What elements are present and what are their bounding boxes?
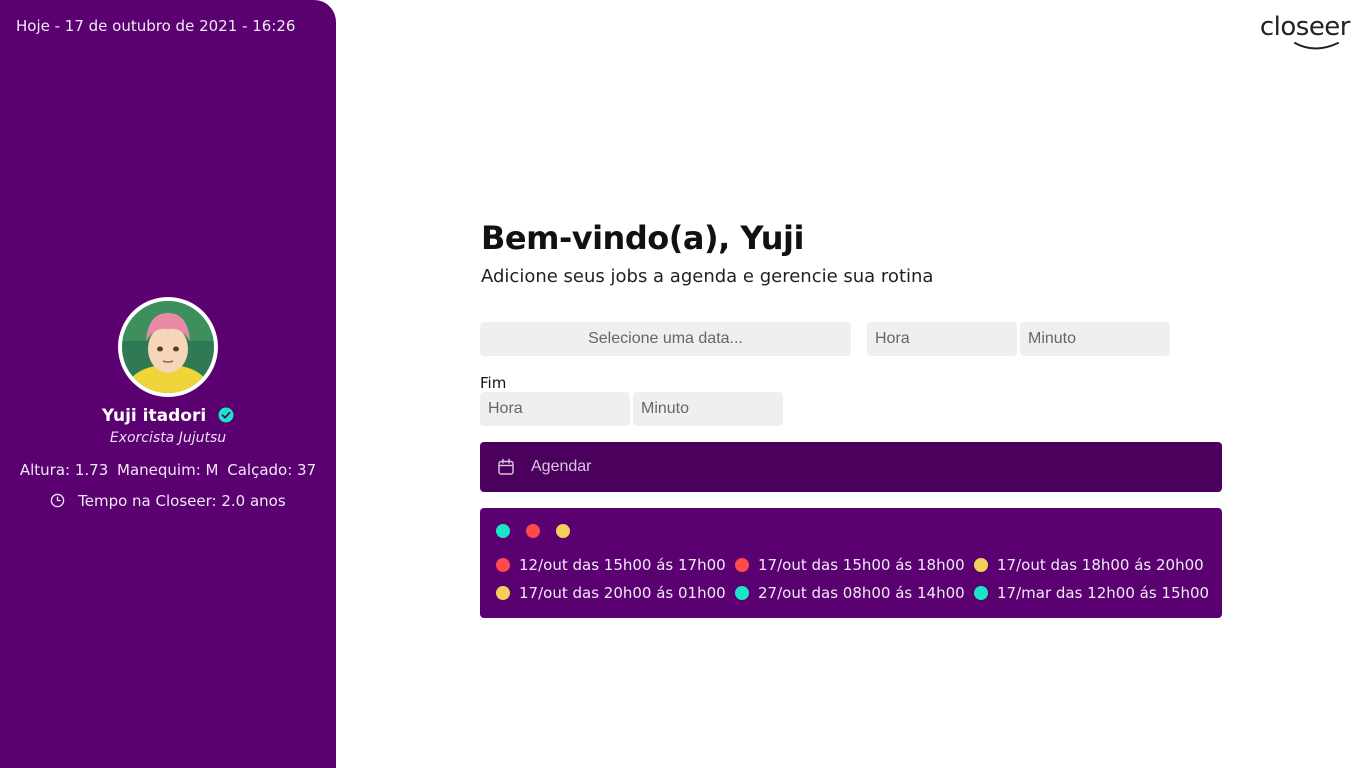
avatar-image [122, 301, 214, 393]
schedule-button-label: Agendar [531, 458, 592, 475]
start-minute-input[interactable]: Minuto [1020, 322, 1170, 356]
page-subtitle: Adicione seus jobs a agenda e gerencie s… [481, 266, 934, 287]
tenure-row: Tempo na Closeer: 2.0 anos [0, 492, 336, 512]
job-item[interactable]: 27/out das 08h00 ás 14h00 [735, 583, 974, 602]
job-item[interactable]: 17/mar das 12h00 ás 15h00 [974, 583, 1213, 602]
job-text: 17/mar das 12h00 ás 15h00 [997, 583, 1210, 602]
size-value: Manequim: M [117, 461, 219, 479]
logo-swoosh [1294, 42, 1339, 50]
profile-sidebar: Hoje - 17 de outubro de 2021 - 16:26 Yuj… [0, 0, 336, 768]
start-hour-input[interactable]: Hora [867, 322, 1017, 356]
profile-measures: Altura: 1.73 Manequim: M Calçado: 37 [0, 461, 336, 479]
job-item[interactable]: 17/out das 15h00 ás 18h00 [735, 555, 974, 574]
clock-icon [50, 493, 65, 512]
page-title: Bem-vindo(a), Yuji [481, 219, 804, 257]
jobs-panel: 12/out das 15h00 ás 17h00 17/out das 15h… [480, 508, 1222, 618]
job-list: 12/out das 15h00 ás 17h00 17/out das 15h… [496, 555, 1213, 602]
status-dot [496, 585, 510, 600]
job-text: 12/out das 15h00 ás 17h00 [519, 555, 726, 574]
end-time-label: Fim [480, 374, 507, 392]
status-dot [974, 585, 988, 600]
job-text: 17/out das 18h00 ás 20h00 [997, 555, 1204, 574]
tenure-text: Tempo na Closeer: 2.0 anos [78, 492, 286, 510]
schedule-button[interactable]: Agendar [480, 442, 1222, 492]
profile-role: Exorcista Jujutsu [109, 430, 227, 446]
legend-dot-red [526, 524, 540, 538]
job-item[interactable]: 17/out das 20h00 ás 01h00 [496, 583, 735, 602]
height-value: Altura: 1.73 [19, 461, 109, 479]
job-text: 17/out das 20h00 ás 01h00 [519, 583, 726, 602]
date-picker-input[interactable]: Selecione uma data... [480, 322, 851, 356]
profile-name-row: Yuji itadori [0, 406, 336, 428]
legend [496, 524, 570, 538]
status-dot [735, 585, 749, 600]
closeer-logo: closeer [1240, 12, 1351, 52]
job-item[interactable]: 17/out das 18h00 ás 20h00 [974, 555, 1213, 574]
legend-dot-teal [496, 524, 510, 538]
verified-icon [218, 407, 234, 428]
end-hour-input[interactable]: Hora [480, 392, 630, 426]
profile-name: Yuji itadori [101, 406, 207, 426]
job-item[interactable]: 12/out das 15h00 ás 17h00 [496, 555, 735, 574]
legend-dot-yellow [556, 524, 570, 538]
status-dot [735, 557, 749, 572]
job-text: 27/out das 08h00 ás 14h00 [758, 583, 965, 602]
end-minute-input[interactable]: Minuto [633, 392, 783, 426]
status-dot [496, 557, 510, 572]
current-date: Hoje - 17 de outubro de 2021 - 16:26 [16, 17, 296, 35]
status-dot [974, 557, 988, 572]
job-text: 17/out das 15h00 ás 18h00 [758, 555, 965, 574]
shoe-value: Calçado: 37 [227, 461, 317, 479]
avatar [118, 297, 218, 397]
calendar-icon [497, 458, 515, 476]
